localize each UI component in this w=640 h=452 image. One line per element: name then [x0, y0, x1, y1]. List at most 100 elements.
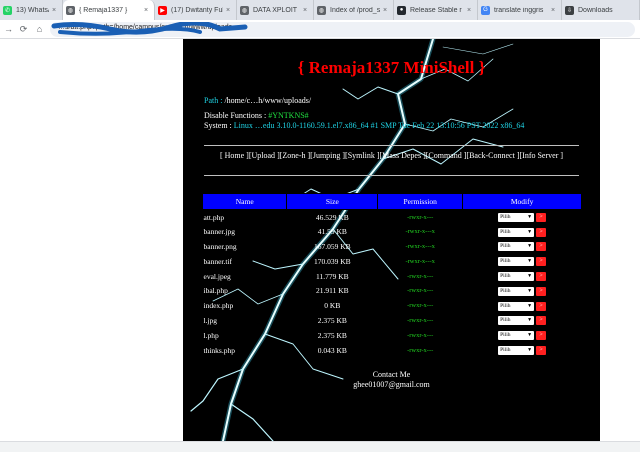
table-row: index.php 0 KB -rwxr-x--- Pilih ▼ >: [203, 298, 582, 313]
file-permission: -rwxr-x---: [407, 316, 434, 324]
go-button[interactable]: >: [536, 257, 547, 267]
action-select[interactable]: Pilih ▼: [498, 301, 535, 311]
action-select[interactable]: Pilih ▼: [498, 213, 535, 223]
modify-cell: Pilih ▼ >: [463, 328, 582, 343]
action-select-value: Pilih: [500, 214, 511, 221]
go-button[interactable]: >: [536, 227, 547, 237]
path-label: Path :: [204, 96, 223, 105]
contact-block: Contact Me ghee01007@gmail.com: [183, 370, 600, 390]
disable-functions-label: Disable Functions :: [204, 111, 267, 120]
chevron-down-icon: ▼: [527, 288, 533, 294]
file-name[interactable]: banner.png: [203, 239, 287, 254]
file-name[interactable]: index.php: [203, 298, 287, 313]
browser-tab[interactable]: ◍ DATA XPLOIT ×: [237, 0, 314, 20]
table-row: banner.png 167.059 KB -rwxr-x---x Pilih ▼ >: [203, 239, 582, 254]
address-bar: → ⟳ ⌂ …s/att.php?path=/home/campus/outre…: [0, 20, 640, 39]
close-icon[interactable]: ×: [300, 7, 310, 14]
home-icon[interactable]: ⌂: [33, 23, 46, 36]
modify-cell: Pilih ▼ >: [463, 343, 582, 358]
file-name[interactable]: banner.jpg: [203, 224, 287, 239]
chevron-down-icon: ▼: [527, 259, 533, 265]
menu-link-command[interactable]: Command: [428, 151, 461, 160]
go-button[interactable]: >: [536, 316, 547, 326]
file-name[interactable]: thinks.php: [203, 343, 287, 358]
browser-tab[interactable]: Gtranslate inggris ×: [478, 0, 562, 20]
reload-icon[interactable]: ⟳: [17, 23, 30, 36]
disable-functions-value: #YNTKNS#: [268, 111, 309, 120]
go-button[interactable]: >: [536, 286, 547, 296]
url-input[interactable]: …s/att.php?path=/home/campus/outreach/ww…: [50, 22, 635, 37]
bottom-strip: [0, 441, 640, 452]
close-icon[interactable]: ×: [464, 7, 474, 14]
menu-link-jumping[interactable]: Jumping: [313, 151, 341, 160]
modify-cell: Pilih ▼ >: [463, 313, 582, 328]
file-name[interactable]: l.php: [203, 328, 287, 343]
file-permission: -rwxr-x---: [407, 287, 434, 295]
browser-tab[interactable]: ⇩ Downloads: [562, 0, 640, 20]
menu-link-upload[interactable]: Upload: [252, 151, 276, 160]
browser-tab[interactable]: ✆ 13) WhatsApp×: [0, 0, 63, 20]
browser-tab[interactable]: ◍ { Remaja1337 } ×: [63, 0, 155, 20]
disable-functions-line: Disable Functions : #YNTKNS#: [204, 111, 309, 120]
menu-link-mass-depes[interactable]: Mass Depes: [382, 151, 421, 160]
action-select[interactable]: Pilih ▼: [498, 227, 535, 237]
go-button[interactable]: >: [536, 242, 547, 252]
menu-link-zone-h[interactable]: Zone-h: [282, 151, 305, 160]
minishell-page: { Remaja1337 MiniShell } Path : /home/c……: [183, 39, 600, 441]
file-size: 170.039 KB: [313, 256, 351, 266]
action-select[interactable]: Pilih ▼: [498, 242, 535, 252]
go-button[interactable]: >: [536, 331, 547, 341]
table-row: thinks.php 0.043 KB -rwxr-x--- Pilih ▼ >: [203, 343, 582, 358]
action-select-value: Pilih: [500, 332, 511, 339]
action-select[interactable]: Pilih ▼: [498, 286, 535, 296]
close-icon[interactable]: ×: [141, 7, 151, 14]
tab-label: DATA XPLOIT: [253, 6, 298, 14]
file-name[interactable]: att.php: [203, 210, 287, 225]
shell-menu: [ Home ][Upload ][Zone-h ][Jumping ][Sym…: [219, 151, 564, 160]
chevron-down-icon: ▼: [527, 215, 533, 221]
path-value[interactable]: /home/c…h/www/uploads/: [224, 96, 311, 105]
go-button[interactable]: >: [536, 345, 547, 355]
file-permission: -rwxr-x---x: [405, 257, 435, 265]
modify-cell: Pilih ▼ >: [463, 269, 582, 284]
browser-tab[interactable]: ● Release Stable r ×: [394, 0, 478, 20]
file-name[interactable]: eval.jpeg: [203, 269, 287, 284]
file-name[interactable]: l.jpg: [203, 313, 287, 328]
modify-cell: Pilih ▼ >: [463, 298, 582, 313]
table-header-row: Name Size Permission Modify: [201, 193, 582, 210]
file-name[interactable]: banner.tif: [203, 254, 287, 269]
table-row: banner.jpg 41.59 KB -rwxr-x---x Pilih ▼ >: [203, 224, 582, 239]
action-select[interactable]: Pilih ▼: [498, 257, 535, 267]
browser-tab[interactable]: ◍ Index of /prod_s ×: [314, 0, 394, 20]
close-icon[interactable]: ×: [223, 7, 233, 14]
file-name[interactable]: ibal.php: [203, 283, 287, 298]
go-button[interactable]: >: [536, 301, 547, 311]
path-line: Path : /home/c…h/www/uploads/: [204, 96, 311, 105]
globe-icon: ◍: [317, 5, 326, 15]
go-button[interactable]: >: [536, 213, 547, 223]
contact-label: Contact Me: [372, 370, 411, 379]
action-select[interactable]: Pilih ▼: [498, 271, 535, 281]
go-button[interactable]: >: [536, 271, 547, 281]
browser-tab[interactable]: ▶ (17) Dwitanty Ful ×: [155, 0, 237, 20]
menu-link-symlink[interactable]: Symlink: [348, 151, 375, 160]
system-value: Linux …edu 3.10.0-1160.59.1.el7.x86_64 #…: [233, 121, 525, 130]
chevron-down-icon: ▼: [527, 303, 533, 309]
file-table: Name Size Permission Modify att.php 46.52…: [201, 193, 582, 358]
action-select[interactable]: Pilih ▼: [498, 331, 535, 341]
modify-cell: Pilih ▼ >: [463, 210, 582, 225]
action-select[interactable]: Pilih ▼: [498, 345, 535, 355]
file-permission: -rwxr-x---: [407, 346, 434, 354]
table-row: l.php 2.375 KB -rwxr-x--- Pilih ▼ >: [203, 328, 582, 343]
close-icon[interactable]: ×: [548, 7, 558, 14]
menu-link-home[interactable]: Home: [225, 151, 245, 160]
close-icon[interactable]: ×: [380, 7, 390, 14]
menu-link-back-connect[interactable]: Back-Connect: [469, 151, 515, 160]
back-arrow-icon[interactable]: →: [2, 23, 15, 36]
menu-link-info-server[interactable]: Info Server: [522, 151, 558, 160]
close-icon[interactable]: ×: [49, 7, 59, 14]
youtube-icon: ▶: [158, 5, 167, 15]
action-select[interactable]: Pilih ▼: [498, 316, 535, 326]
whatsapp-icon: ✆: [3, 5, 12, 15]
action-select-value: Pilih: [500, 346, 511, 353]
